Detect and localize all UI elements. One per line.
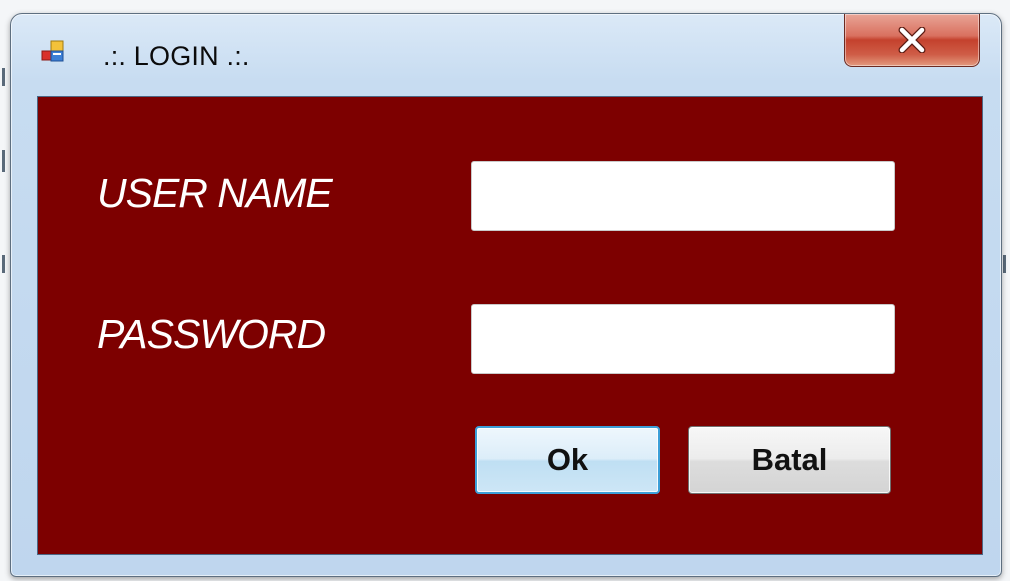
close-icon: [897, 27, 927, 53]
desktop-background: .:. LOGIN .:. USER NAME PASSWORD Ok Bata…: [0, 0, 1010, 581]
username-label: USER NAME: [97, 170, 333, 216]
username-input[interactable]: [471, 161, 895, 231]
application-icon: [41, 40, 65, 64]
background-window-edge: [2, 68, 5, 86]
background-window-edge: [2, 150, 5, 172]
window-bottom-border: [11, 554, 1001, 576]
background-window-edge: [2, 255, 5, 273]
title-bar[interactable]: .:. LOGIN .:.: [11, 14, 1001, 94]
cancel-button[interactable]: Batal: [688, 426, 891, 494]
login-form-panel: USER NAME PASSWORD Ok Batal: [37, 96, 983, 555]
window-title: .:. LOGIN .:.: [103, 41, 250, 71]
close-button[interactable]: [844, 14, 980, 67]
password-input[interactable]: [471, 304, 895, 374]
ok-button[interactable]: Ok: [475, 426, 660, 494]
password-label: PASSWORD: [97, 311, 326, 357]
login-window: .:. LOGIN .:. USER NAME PASSWORD Ok Bata…: [10, 13, 1002, 577]
background-window-edge: [1003, 255, 1006, 273]
